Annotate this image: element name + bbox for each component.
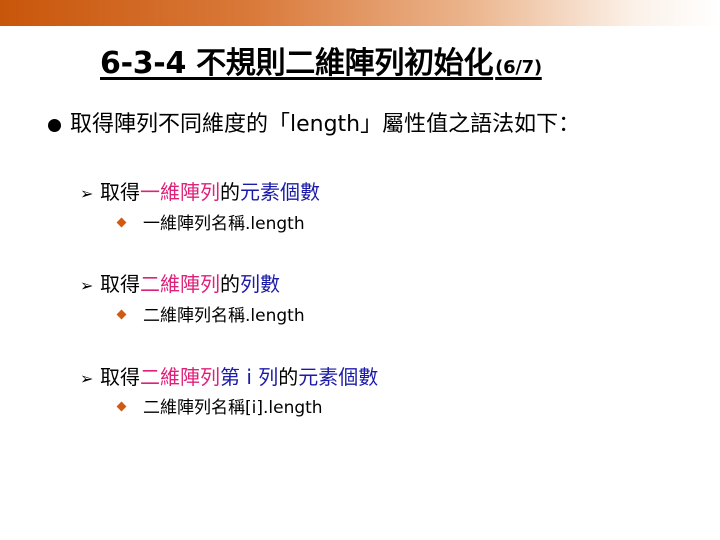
sub-bullet-3-highlight: 二維陣列: [140, 365, 220, 389]
syntax-line-3: 二維陣列名稱[i].length: [116, 396, 323, 420]
sub-bullet-1-prefix: 取得: [100, 180, 140, 204]
diamond-bullet-icon: [116, 401, 127, 411]
diamond-bullet-icon: [116, 309, 127, 319]
main-bullet: 取得陣列不同維度的「length」屬性值之語法如下：: [48, 108, 678, 142]
arrow-bullet-icon: ➢: [80, 369, 94, 388]
filled-circle-bullet-icon: [48, 119, 61, 132]
syntax-line-3-text: 二維陣列名稱[i].length: [143, 398, 323, 418]
slide-title-text: 6-3-4 不規則二維陣列初始化: [100, 46, 494, 81]
syntax-line-2-text: 二維陣列名稱.length: [143, 306, 305, 326]
main-bullet-text: 取得陣列不同維度的「length」屬性值之語法如下：: [70, 112, 581, 137]
sub-bullet-3-mid2: 的: [278, 365, 299, 389]
slide-title-page: (6/7): [495, 57, 542, 78]
sub-bullet-1-mid: 的: [220, 180, 240, 204]
slide-title: 6-3-4 不規則二維陣列初始化 (6/7): [100, 38, 542, 82]
sub-bullet-1: ➢ 取得一維陣列的元素個數: [80, 178, 320, 208]
syntax-line-1-text: 一維陣列名稱.length: [143, 214, 305, 234]
sub-bullet-1-tail: 元素個數: [240, 180, 320, 204]
sub-bullet-3-mid: 第 i 列: [220, 365, 279, 389]
sub-bullet-3-tail: 元素個數: [298, 365, 379, 389]
sub-bullet-2-tail: 列數: [240, 272, 280, 296]
sub-bullet-2-mid: 的: [220, 272, 240, 296]
top-gradient-band: [0, 0, 720, 26]
sub-bullet-2-prefix: 取得: [100, 272, 140, 296]
arrow-bullet-icon: ➢: [80, 276, 94, 295]
arrow-bullet-icon: ➢: [80, 184, 94, 203]
sub-bullet-3: ➢ 取得二維陣列第 i 列的元素個數: [80, 363, 378, 393]
sub-bullet-2-highlight: 二維陣列: [140, 272, 220, 296]
syntax-line-1: 一維陣列名稱.length: [116, 212, 305, 236]
sub-bullet-1-highlight: 一維陣列: [140, 180, 220, 204]
syntax-line-2: 二維陣列名稱.length: [116, 304, 305, 328]
sub-bullet-2: ➢ 取得二維陣列的列數: [80, 270, 280, 300]
sub-bullet-3-prefix: 取得: [100, 365, 140, 389]
diamond-bullet-icon: [116, 217, 127, 227]
